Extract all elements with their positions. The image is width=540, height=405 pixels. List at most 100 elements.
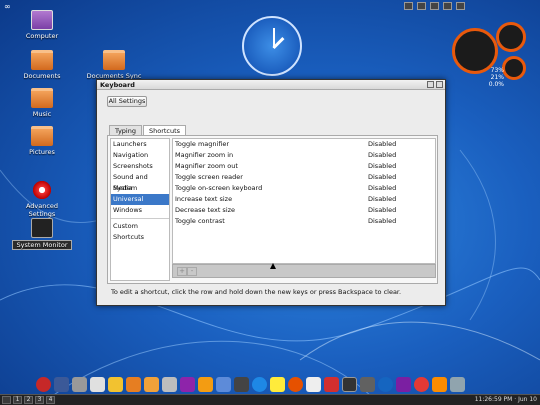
folder-icon: [103, 50, 125, 70]
app-red-icon[interactable]: [324, 376, 339, 392]
all-settings-button[interactable]: All Settings: [107, 96, 147, 107]
table-row[interactable]: Toggle magnifier Disabled: [173, 139, 435, 150]
dock: [34, 374, 530, 394]
workspace-3[interactable]: 3: [35, 396, 44, 404]
shortcut-name: Toggle on-screen keyboard: [175, 184, 263, 192]
bottom-panel: 1 2 3 4 11:26:59 PM · Jun 10: [0, 394, 540, 405]
pictures-folder-icon: [31, 126, 53, 146]
workspace-1[interactable]: 1: [13, 396, 22, 404]
home-icon[interactable]: [90, 376, 105, 392]
category-sound-media[interactable]: Sound and Media: [111, 172, 169, 192]
desktop-icon-label: Pictures: [29, 148, 55, 156]
table-row[interactable]: Toggle contrast Disabled: [173, 216, 435, 227]
desktop-icon-label: Music: [32, 110, 52, 118]
shortcut-list: Toggle magnifier Disabled Magnifier zoom …: [172, 138, 436, 264]
shortcut-name: Magnifier zoom in: [175, 151, 234, 159]
table-row[interactable]: Magnifier zoom out Disabled: [173, 161, 435, 172]
table-row[interactable]: Increase text size Disabled: [173, 194, 435, 205]
category-custom-shortcuts[interactable]: Custom Shortcuts: [111, 221, 169, 241]
mail-icon[interactable]: [306, 376, 321, 392]
category-universal-access[interactable]: Universal Access: [111, 194, 169, 214]
network-icon[interactable]: [216, 376, 231, 392]
window-titlebar[interactable]: Keyboard: [97, 80, 445, 90]
settings-icon[interactable]: [396, 376, 411, 392]
workspace-4[interactable]: 4: [46, 396, 55, 404]
monitor-icon[interactable]: [360, 376, 375, 392]
trash-icon[interactable]: [450, 376, 465, 392]
tray-icon-3[interactable]: [430, 2, 439, 10]
menu-icon[interactable]: [2, 396, 11, 404]
terminal-icon[interactable]: [342, 376, 357, 392]
system-icon[interactable]: [72, 376, 87, 392]
tray-icon-1[interactable]: [404, 2, 413, 10]
close-button[interactable]: [436, 81, 443, 88]
folder-icon[interactable]: [126, 376, 141, 392]
cpu-line-1: 73%: [490, 67, 504, 74]
category-system[interactable]: System: [111, 183, 169, 194]
settings-gear-icon: [31, 180, 53, 200]
browser-icon[interactable]: [378, 376, 393, 392]
add-shortcut-button[interactable]: +: [177, 267, 187, 276]
desktop-icon-label: Advanced Settings: [25, 202, 59, 218]
computer-icon: [31, 10, 53, 30]
tray-icon-2[interactable]: [417, 2, 426, 10]
shortcut-name: Increase text size: [175, 195, 233, 203]
desktop-icon-label: System Monitor: [12, 240, 72, 250]
table-row[interactable]: Toggle screen reader Disabled: [173, 172, 435, 183]
calculator-icon[interactable]: [162, 376, 177, 392]
category-windows[interactable]: Windows: [111, 205, 169, 216]
shortcut-name: Decrease text size: [175, 206, 236, 214]
cpu-line-2: 21%: [490, 74, 504, 81]
remove-shortcut-button[interactable]: -: [187, 267, 197, 276]
hp-icon[interactable]: [252, 376, 267, 392]
desktop-icon-documents[interactable]: Documents: [12, 50, 72, 80]
table-row[interactable]: Magnifier zoom in Disabled: [173, 150, 435, 161]
table-row[interactable]: Toggle on-screen keyboard Disabled: [173, 183, 435, 194]
tray-icon-5[interactable]: [456, 2, 465, 10]
shortcut-name: Magnifier zoom out: [175, 162, 238, 170]
shortcut-value: Disabled: [368, 195, 397, 203]
desktop-icon-pictures[interactable]: Pictures: [12, 126, 72, 156]
folder-icon: [31, 50, 53, 70]
maximize-button[interactable]: [427, 81, 434, 88]
top-tray: [404, 2, 465, 10]
desktop-icon-advanced-settings[interactable]: Advanced Settings: [12, 180, 72, 218]
category-divider: [111, 218, 169, 219]
category-launchers[interactable]: Launchers: [111, 139, 169, 150]
cpu-readout: 73% 21% 0.0%: [482, 67, 504, 88]
media-icon[interactable]: [180, 376, 195, 392]
category-screenshots[interactable]: Screenshots: [111, 161, 169, 172]
launcher-icon[interactable]: [108, 376, 123, 392]
category-navigation[interactable]: Navigation: [111, 150, 169, 161]
workspace-2[interactable]: 2: [24, 396, 33, 404]
desktop-icon-system-monitor[interactable]: System Monitor: [12, 218, 72, 250]
shortcut-name: Toggle contrast: [175, 217, 225, 225]
archive-icon[interactable]: [198, 376, 213, 392]
help-icon[interactable]: [414, 376, 429, 392]
shortcut-value: Disabled: [368, 173, 397, 181]
firefox-icon[interactable]: [288, 376, 303, 392]
tools-icon[interactable]: [54, 376, 69, 392]
shortcuts-pane: Launchers Navigation Screenshots Sound a…: [107, 135, 438, 284]
cpu-gauge-widget: 73% 21% 0.0%: [452, 22, 532, 90]
music-folder-icon: [31, 88, 53, 108]
shortcut-value: Disabled: [368, 140, 397, 148]
power-icon[interactable]: [36, 376, 51, 392]
shortcut-list-toolbar: + -: [172, 264, 436, 278]
tray-icon-4[interactable]: [443, 2, 452, 10]
desktop-icon-computer[interactable]: Computer: [12, 10, 72, 40]
package-icon[interactable]: [432, 376, 447, 392]
dark-app-icon[interactable]: [234, 376, 249, 392]
shortcut-value: Disabled: [368, 162, 397, 170]
notes-icon[interactable]: [270, 376, 285, 392]
shortcut-name: Toggle screen reader: [175, 173, 243, 181]
desktop-icon-music[interactable]: Music: [12, 88, 72, 118]
infinity-icon[interactable]: ∞: [4, 2, 11, 11]
table-row[interactable]: Decrease text size Disabled: [173, 205, 435, 216]
system-monitor-icon: [31, 218, 53, 238]
cpu-gauge-ring: [502, 56, 526, 80]
category-list: Launchers Navigation Screenshots Sound a…: [110, 138, 170, 281]
panel-clock[interactable]: 11:26:59 PM · Jun 10: [475, 396, 537, 403]
desktop-icon-documents-sync[interactable]: Documents Sync: [84, 50, 144, 80]
files-icon[interactable]: [144, 376, 159, 392]
